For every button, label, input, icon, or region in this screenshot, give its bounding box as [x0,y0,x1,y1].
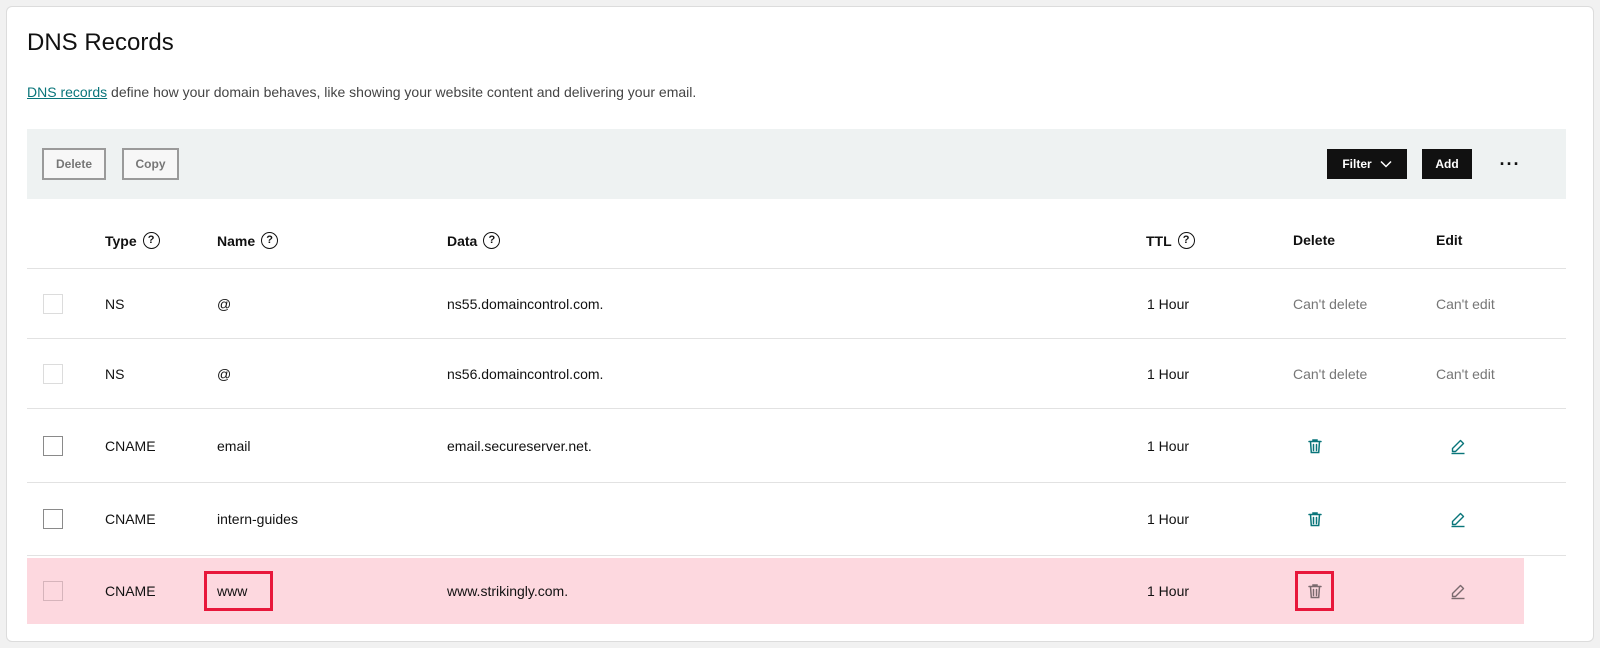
header-delete-label: Delete [1293,232,1336,248]
help-circle-icon[interactable]: ? [142,232,160,249]
record-ttl: 1 Hour [1147,365,1190,382]
record-name: @ [217,365,232,382]
header-name: Name ? [217,232,279,249]
table-row: NS @ ns56.domaincontrol.com. 1 Hour Can'… [27,339,1566,409]
add-record-button[interactable]: Add [1422,149,1472,179]
pencil-icon[interactable] [1447,580,1469,602]
pencil-icon[interactable] [1447,435,1469,457]
header-ttl: TTL ? [1146,232,1195,249]
record-data: ns55.domaincontrol.com. [447,295,604,312]
table-row: CNAME intern-guides 1 Hour [27,483,1566,556]
header-data-label: Data [447,232,478,249]
delete-selected-button[interactable]: Delete [42,148,106,180]
copy-selected-button[interactable]: Copy [122,148,179,180]
page-title: DNS Records [27,29,174,56]
record-ttl: 1 Hour [1147,511,1190,527]
trash-icon[interactable] [1304,435,1326,457]
header-edit-label: Edit [1436,232,1463,248]
dns-records-panel: DNS Records DNS records define how your … [6,6,1594,642]
header-edit: Edit [1436,232,1462,248]
record-type: CNAME [105,437,156,454]
header-delete: Delete [1293,232,1335,248]
table-row: CNAME email email.secureserver.net. 1 Ho… [27,409,1566,483]
trash-icon[interactable] [1304,508,1326,530]
description-text: define how your domain behaves, like sho… [107,84,697,100]
page-description: DNS records define how your domain behav… [27,84,696,100]
record-ttl: 1 Hour [1147,295,1190,312]
header-ttl-label: TTL [1146,232,1172,249]
record-type: NS [105,365,125,382]
help-circle-icon[interactable]: ? [1177,232,1195,249]
record-type: CNAME [105,511,156,527]
record-data: ns56.domaincontrol.com. [447,365,604,382]
table-row: CNAME www www.strikingly.com. 1 Hour [27,558,1524,624]
help-circle-icon[interactable]: ? [483,232,501,249]
record-data: www.strikingly.com. [447,583,569,599]
edit-status: Can't edit [1436,295,1495,312]
record-ttl: 1 Hour [1147,583,1190,599]
record-name: intern-guides [217,511,298,527]
record-name: @ [217,295,232,312]
record-data: email.secureserver.net. [447,437,592,454]
row-checkbox [43,363,63,384]
row-checkbox[interactable] [43,509,63,529]
delete-status: Can't delete [1293,365,1368,382]
record-name: www [217,583,248,599]
header-type: Type ? [105,232,160,249]
filter-button[interactable]: Filter [1327,149,1407,179]
table-header: Type ? Name ? Data ? TTL ? Delete Edit [27,207,1566,269]
edit-status: Can't edit [1436,365,1495,382]
record-type: NS [105,295,125,312]
more-horizontal-icon[interactable]: ··· [1495,151,1525,177]
row-checkbox[interactable] [43,581,63,601]
help-circle-icon[interactable]: ? [261,232,279,249]
chevron-down-icon [1380,160,1392,168]
trash-icon[interactable] [1304,580,1326,602]
delete-status: Can't delete [1293,295,1368,312]
dns-records-link[interactable]: DNS records [27,84,107,100]
pencil-icon[interactable] [1447,508,1469,530]
record-ttl: 1 Hour [1147,437,1190,454]
row-checkbox [43,293,63,314]
record-name: email [217,437,251,454]
header-data: Data ? [447,232,501,249]
row-checkbox[interactable] [43,435,63,456]
table-row: NS @ ns55.domaincontrol.com. 1 Hour Can'… [27,269,1566,339]
header-type-label: Type [105,232,137,249]
records-toolbar: Delete Copy Filter Add ··· [27,129,1566,199]
header-name-label: Name [217,232,256,249]
filter-label: Filter [1342,157,1372,171]
record-type: CNAME [105,583,156,599]
